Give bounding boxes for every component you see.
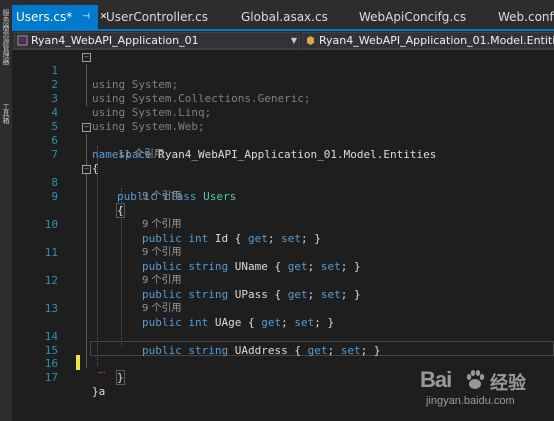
class-name: Users xyxy=(203,190,237,203)
reference-count-lens[interactable]: 9 个引用 xyxy=(142,218,182,232)
paw-logo-icon xyxy=(466,370,485,389)
collapse-icon[interactable]: − xyxy=(82,123,91,132)
watermark-jingyan: 经验 xyxy=(490,373,526,394)
code-line: 13 public int UAge { get; set; } xyxy=(12,288,554,329)
tab-label: Global.asax.cs xyxy=(241,10,328,24)
error-squiggle xyxy=(99,370,105,373)
document-tab-bar: Users.cs* ⊣ ✕ UserController.cs Global.a… xyxy=(12,0,554,31)
code-line: 10 public int Id { get; set; } xyxy=(12,204,554,245)
reference-count-lens[interactable]: 9 个引用 xyxy=(142,274,182,288)
code-line: 3 using System.Linq; xyxy=(12,78,554,119)
code-line: 15 xyxy=(12,330,554,357)
line-number: 10 xyxy=(44,218,58,231)
code-line: 1 using System; xyxy=(12,50,554,91)
tab-label: Users.cs* xyxy=(16,10,73,24)
reference-count-lens[interactable]: 9 个引用 xyxy=(142,246,182,260)
line-number: 12 xyxy=(44,274,58,287)
code-editor[interactable]: 1 using System; − 2 using System.Collect… xyxy=(12,50,554,421)
server-explorer-tab[interactable]: 服务器资源管理器 xyxy=(1,10,11,66)
collapse-icon[interactable]: − xyxy=(82,53,91,62)
code-line: 6 namespace Ryan4_WebAPI_Application_01.… xyxy=(12,120,554,161)
project-dropdown[interactable]: Ryan4_WebAPI_Application_01 ▼ xyxy=(14,32,300,49)
line-number: 9 xyxy=(51,190,58,203)
class-icon xyxy=(307,36,314,45)
reference-count-lens[interactable]: 9 个引用 xyxy=(142,190,182,204)
toolbox-tab[interactable]: 工具箱 xyxy=(1,104,11,125)
code-line: 5 xyxy=(12,106,554,133)
line-number: 17 xyxy=(44,371,58,384)
reference-count-lens[interactable]: 9 个引用 xyxy=(142,302,182,316)
type-name: Ryan4_WebAPI_Application_01.Model.Entiti… xyxy=(319,34,554,47)
code-line: 9 { xyxy=(12,176,554,218)
project-name: Ryan4_WebAPI_Application_01 xyxy=(31,34,199,47)
code-line: 7 { xyxy=(12,134,554,175)
watermark-url: jingyan.baidu.com xyxy=(426,395,515,407)
tab-usercontroller-cs[interactable]: UserController.cs xyxy=(106,6,208,29)
code-line: 16 } xyxy=(12,343,554,385)
code-line: 14 public string UAddress { get; set; } xyxy=(12,316,554,357)
code-line: 12 public string UPass { get; set; } xyxy=(12,260,554,301)
brace: } xyxy=(116,370,125,385)
tab-label: UserController.cs xyxy=(106,10,208,24)
collapse-icon[interactable]: − xyxy=(82,165,91,174)
line-number: 7 xyxy=(51,148,58,161)
code-line: 4 using System.Web; xyxy=(12,92,554,133)
tab-label: WebApiConcifg.cs xyxy=(359,10,467,24)
tab-label: Web.config xyxy=(498,10,554,24)
code-line: 11 public string UName { get; set; } xyxy=(12,232,554,273)
code-text: }a xyxy=(92,385,106,398)
tab-global-asax-cs[interactable]: Global.asax.cs xyxy=(241,6,328,29)
navigation-bar: Ryan4_WebAPI_Application_01 ▼ Ryan4_WebA… xyxy=(12,31,554,50)
code-line: 8 public class Users xyxy=(12,162,554,203)
tab-webapiconfig-cs[interactable]: WebApiConcifg.cs xyxy=(359,6,466,29)
tab-users-cs[interactable]: Users.cs* ⊣ ✕ xyxy=(12,5,107,29)
pin-icon[interactable]: ⊣ xyxy=(82,5,90,29)
reference-count-lens[interactable]: 11 个引用 xyxy=(118,148,164,162)
line-number: 11 xyxy=(44,246,58,259)
type-dropdown[interactable]: Ryan4_WebAPI_Application_01.Model.Entiti… xyxy=(302,32,554,49)
namespace-name: Ryan4_WebAPI_Application_01.Model.Entiti… xyxy=(151,148,437,161)
baidu-watermark: Bai 经验 jingyan.baidu.com xyxy=(420,367,550,417)
dropdown-arrow-icon: ▼ xyxy=(290,36,297,45)
code-line: 2 using System.Collections.Generic; xyxy=(12,64,554,105)
tab-web-config[interactable]: Web.config xyxy=(498,6,554,29)
watermark-brand: Bai xyxy=(420,367,452,392)
line-number: 13 xyxy=(44,302,58,315)
project-icon xyxy=(17,35,28,46)
